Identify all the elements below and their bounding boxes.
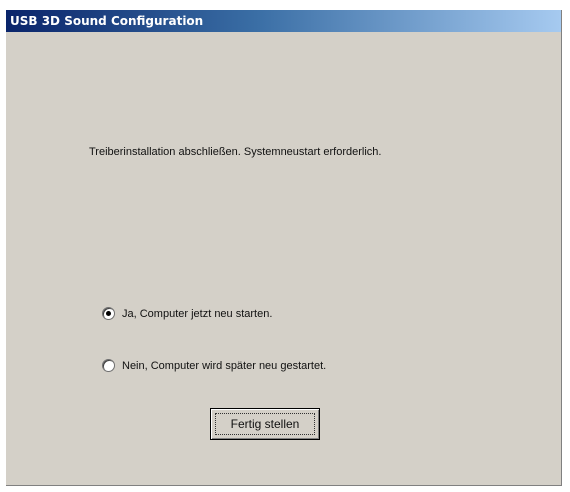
finish-button-label: Fertig stellen: [230, 417, 300, 431]
finish-button[interactable]: Fertig stellen: [210, 408, 320, 440]
install-message: Treiberinstallation abschließen. Systemn…: [89, 146, 382, 158]
restart-later-option[interactable]: Nein, Computer wird später neu gestartet…: [102, 359, 326, 372]
restart-now-label: Ja, Computer jetzt neu starten.: [122, 307, 273, 320]
window-title: USB 3D Sound Configuration: [6, 10, 561, 32]
restart-later-radio[interactable]: [102, 359, 115, 372]
restart-now-option[interactable]: Ja, Computer jetzt neu starten.: [102, 307, 272, 320]
restart-now-radio[interactable]: [102, 307, 115, 320]
restart-later-label: Nein, Computer wird später neu gestartet…: [122, 359, 327, 372]
dialog-window: USB 3D Sound Configuration Treiberinstal…: [6, 10, 562, 486]
